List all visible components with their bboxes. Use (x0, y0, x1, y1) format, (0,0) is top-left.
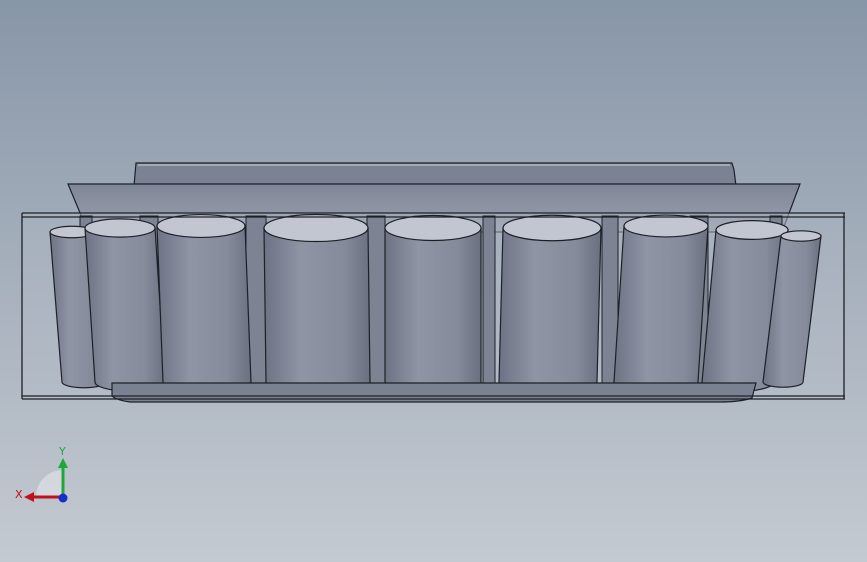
roller-body (263, 227, 371, 397)
roller-top-face (715, 220, 789, 240)
roller-body (384, 227, 482, 396)
roller-top-face (384, 214, 482, 242)
roller-6 (498, 214, 602, 396)
x-axis-arrowhead-icon (24, 492, 34, 502)
roller-top-face (156, 213, 246, 239)
roller-top-face (84, 218, 156, 238)
roller-body (498, 227, 602, 396)
roller-2 (84, 218, 166, 392)
model-viewport[interactable] (0, 0, 867, 562)
roller-top-face (623, 214, 709, 238)
roller-5 (384, 214, 482, 396)
cup-top-rim (133, 162, 737, 187)
z-axis-dot-icon (58, 493, 68, 503)
roller-top-face (502, 214, 602, 242)
roller-7 (613, 214, 709, 394)
roller-body (84, 227, 166, 392)
axis-triad: Y X (15, 445, 68, 503)
roller-body (613, 225, 709, 394)
x-axis-label: X (15, 488, 23, 501)
roller-3 (156, 213, 252, 395)
roller-top-face (263, 213, 369, 243)
roller-4 (263, 213, 371, 397)
y-axis-arrowhead-icon (58, 458, 68, 468)
roller-body (156, 225, 252, 395)
triad-quarter-disc-icon (36, 470, 63, 497)
y-axis-label: Y (58, 445, 66, 458)
roller-top-face (780, 230, 822, 242)
